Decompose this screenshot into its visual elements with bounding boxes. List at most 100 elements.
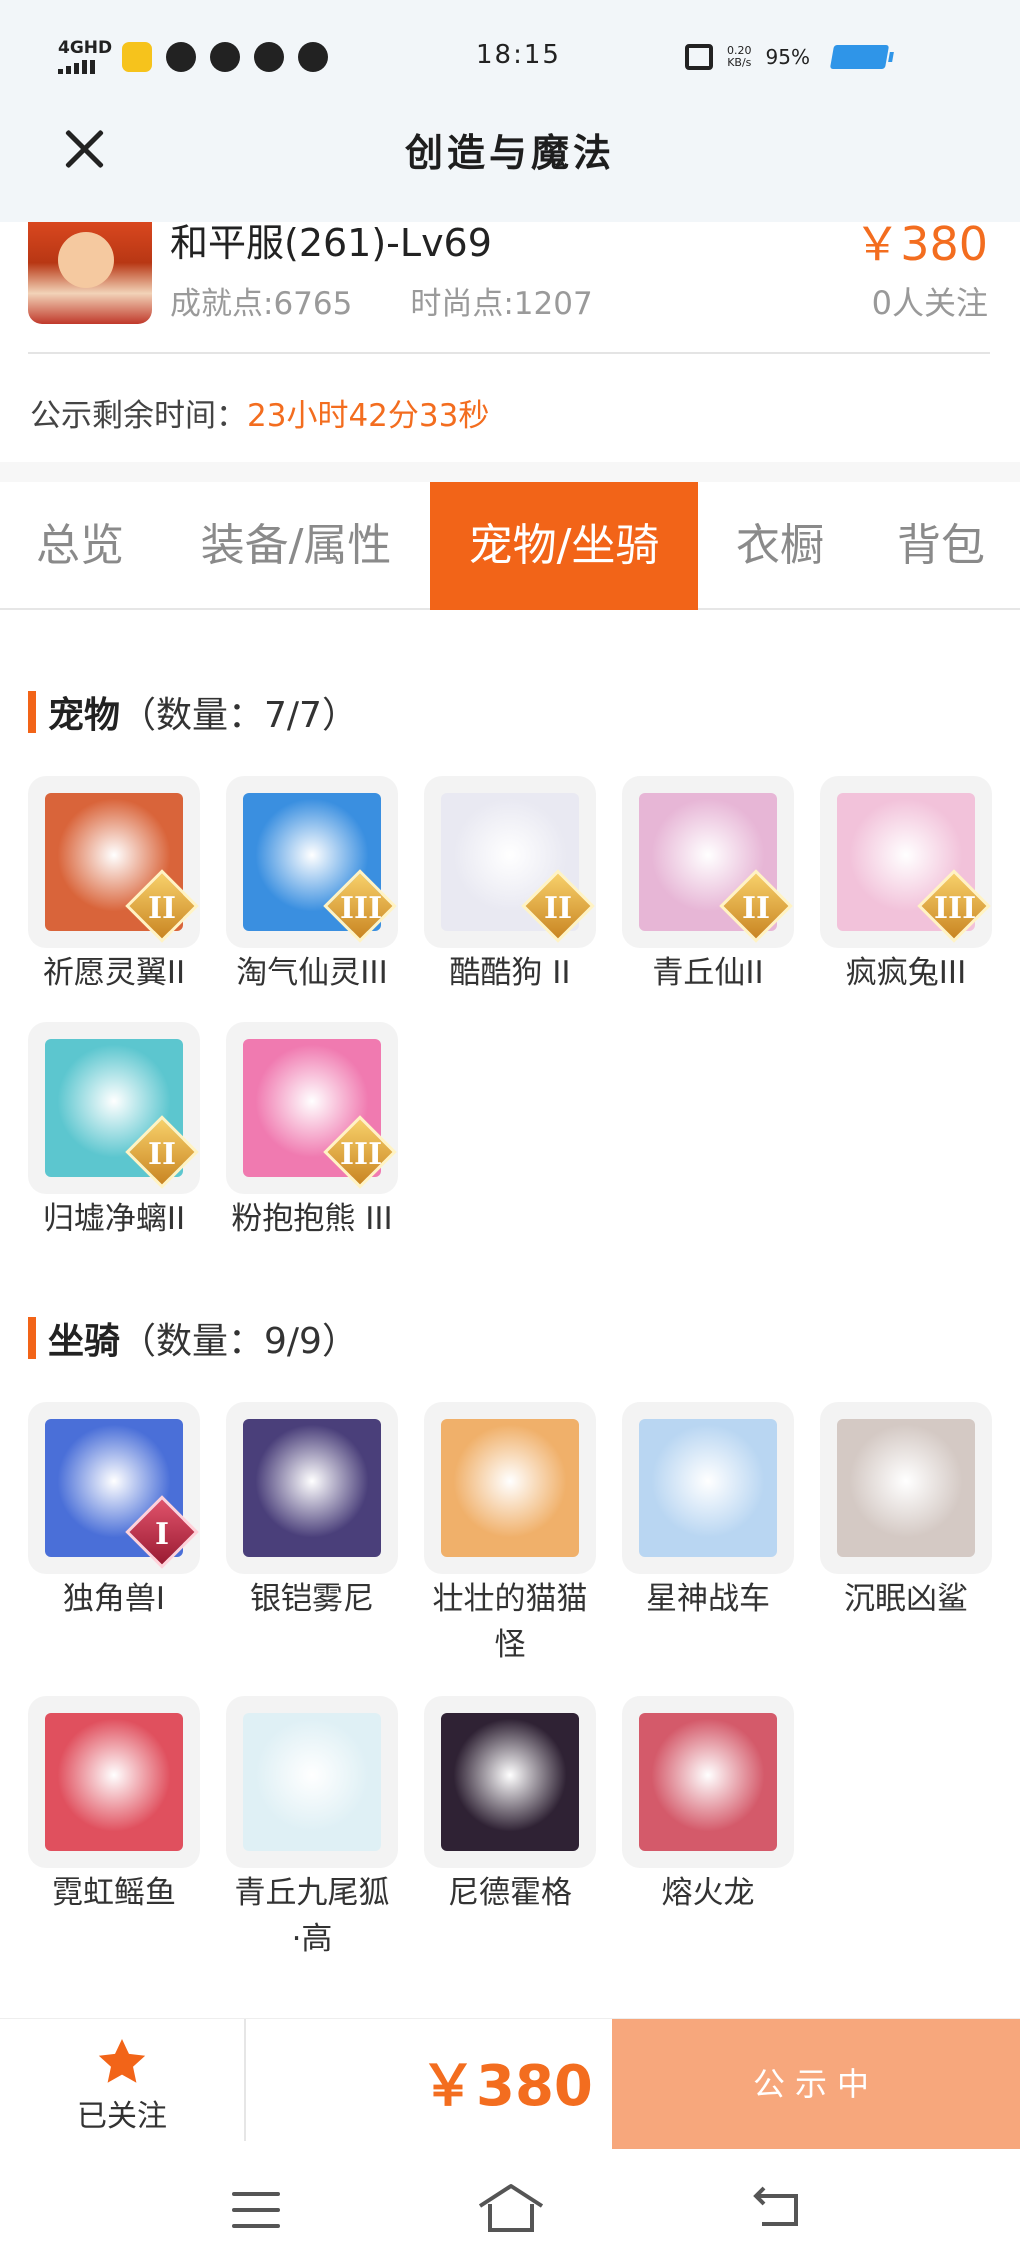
- pet-name: 祈愿灵翼II: [42, 955, 186, 991]
- tier-badge-text: III: [340, 891, 383, 926]
- bottom-price: ￥380: [420, 2054, 593, 2119]
- pet-name: 粉抱抱熊 III: [231, 1201, 393, 1237]
- mount-item[interactable]: I 独角兽I: [28, 1402, 200, 1622]
- tier-badge-text: II: [147, 891, 177, 926]
- mount-name: 壮壮的猫猫怪: [432, 1581, 588, 1663]
- tier-badge-text: II: [147, 1137, 177, 1172]
- mount-name: 霓虹鳐鱼: [52, 1875, 176, 1911]
- star-icon: [98, 2039, 146, 2083]
- pet-name: 归墟净螭II: [42, 1201, 186, 1237]
- mount-item[interactable]: 霓虹鳐鱼: [28, 1696, 200, 1916]
- pet-thumbnail: III: [226, 1022, 398, 1194]
- pet-item[interactable]: III 疯疯兔III: [820, 776, 992, 996]
- pet-name: 淘气仙灵III: [236, 955, 388, 991]
- mount-item[interactable]: 星神战车: [622, 1402, 794, 1622]
- pet-item[interactable]: II 祈愿灵翼II: [28, 776, 200, 996]
- tab-equipment[interactable]: 装备/属性: [178, 482, 414, 610]
- role-price: ￥380: [854, 217, 988, 271]
- netease-icon: [210, 42, 240, 72]
- tier-badge-text: I: [154, 1517, 170, 1552]
- tab-overview[interactable]: 总览: [20, 482, 140, 610]
- mount-image: [639, 1419, 777, 1557]
- tab-bag[interactable]: 背包: [876, 482, 1006, 610]
- menu-icon[interactable]: [232, 2192, 280, 2228]
- signal-icon: [58, 60, 108, 74]
- system-nav-bar: [0, 2150, 1020, 2267]
- countdown-label: 公示剩余时间：: [30, 398, 247, 434]
- speed-unit: KB/s: [727, 56, 752, 69]
- mount-image: [639, 1713, 777, 1851]
- mount-item[interactable]: 尼德霍格: [424, 1696, 596, 1916]
- qq-icon: [254, 42, 284, 72]
- mount-thumbnail: [622, 1402, 794, 1574]
- tier-badge-text: III: [340, 1137, 383, 1172]
- pets-section-title: 宠物 （数量：7/7）: [28, 686, 358, 738]
- pet-item[interactable]: II 青丘仙II: [622, 776, 794, 996]
- mount-name: 沉眠凶鲨: [844, 1581, 968, 1617]
- tab-wardrobe[interactable]: 衣橱: [712, 482, 848, 610]
- pet-name: 疯疯兔III: [845, 955, 967, 991]
- fashion-points: 时尚点:1207: [410, 286, 593, 322]
- bottom-action-bar: 已关注 ￥380 公示中: [0, 2018, 1020, 2150]
- mount-item[interactable]: 壮壮的猫猫怪: [424, 1402, 596, 1668]
- mount-thumbnail: I: [28, 1402, 200, 1574]
- publicity-status-button[interactable]: 公示中: [612, 2019, 1020, 2149]
- pet-thumbnail: II: [622, 776, 794, 948]
- mounts-title: 坐骑: [48, 1321, 121, 1362]
- back-icon[interactable]: [752, 2186, 804, 2230]
- network-speed: 0.20 KB/s: [727, 44, 752, 69]
- countdown-value: 23小时42分33秒: [247, 398, 490, 434]
- tab-pets-mounts[interactable]: 宠物/坐骑: [430, 482, 698, 610]
- tab-bar: 总览 装备/属性 宠物/坐骑 衣橱 背包: [0, 482, 1020, 610]
- mounts-section-title: 坐骑 （数量：9/9）: [28, 1312, 358, 1364]
- pet-item[interactable]: II 归墟净螭II: [28, 1022, 200, 1242]
- mount-thumbnail: [226, 1402, 398, 1574]
- mount-item[interactable]: 沉眠凶鲨: [820, 1402, 992, 1622]
- role-avatar: [28, 222, 152, 324]
- status-right: 0.20 KB/s 95%: [685, 44, 810, 70]
- mount-name: 熔火龙: [661, 1875, 755, 1911]
- mount-image: [837, 1419, 975, 1557]
- role-stats: 成就点:6765 时尚点:1207: [170, 278, 593, 323]
- status-bar: 4GHD 18:15 0.20 KB/s 95%: [0, 0, 1020, 118]
- pet-name: 酷酷狗 II: [449, 955, 571, 991]
- mount-item[interactable]: 青丘九尾狐·高: [226, 1696, 398, 1962]
- tier-badge-text: III: [934, 891, 977, 926]
- clock: 18:15: [476, 40, 561, 70]
- pet-thumbnail: II: [28, 776, 200, 948]
- mount-thumbnail: [28, 1696, 200, 1868]
- qq-icon-2: [298, 42, 328, 72]
- network-label: 4GHD: [58, 38, 113, 58]
- pet-thumbnail: II: [424, 776, 596, 948]
- mount-item[interactable]: 熔火龙: [622, 1696, 794, 1916]
- battery-percent: 95%: [765, 45, 810, 69]
- home-icon[interactable]: [476, 2180, 546, 2236]
- mount-thumbnail: [424, 1402, 596, 1574]
- mount-thumbnail: [820, 1402, 992, 1574]
- mount-name: 银铠雾尼: [250, 1581, 374, 1617]
- mount-item[interactable]: 银铠雾尼: [226, 1402, 398, 1622]
- follow-button[interactable]: 已关注: [0, 2019, 244, 2151]
- mount-thumbnail: [424, 1696, 596, 1868]
- pet-name: 青丘仙II: [652, 955, 764, 991]
- pet-item[interactable]: II 酷酷狗 II: [424, 776, 596, 996]
- pets-title: 宠物: [48, 695, 121, 736]
- mount-image: [441, 1419, 579, 1557]
- pets-count: （数量：7/7）: [120, 695, 358, 736]
- follow-label: 已关注: [77, 2099, 167, 2134]
- achievement-points: 成就点:6765: [170, 286, 353, 322]
- mount-image: [243, 1713, 381, 1851]
- pet-item[interactable]: III 淘气仙灵III: [226, 776, 398, 996]
- app-header: 创造与魔法: [0, 110, 1020, 222]
- mount-name: 星神战车: [646, 1581, 770, 1617]
- pet-thumbnail: III: [226, 776, 398, 948]
- message-icon: [166, 42, 196, 72]
- follower-count: 0人关注: [871, 284, 988, 322]
- status-left: 4GHD: [58, 40, 328, 74]
- mount-image: [45, 1713, 183, 1851]
- section-marker: [28, 691, 36, 733]
- role-name: 和平服(261)-Lv69: [170, 221, 492, 265]
- page-title: 创造与魔法: [404, 131, 615, 175]
- pet-item[interactable]: III 粉抱抱熊 III: [226, 1022, 398, 1242]
- role-card: 和平服(261)-Lv69 成就点:6765 时尚点:1207 ￥380 0人关…: [0, 217, 1020, 462]
